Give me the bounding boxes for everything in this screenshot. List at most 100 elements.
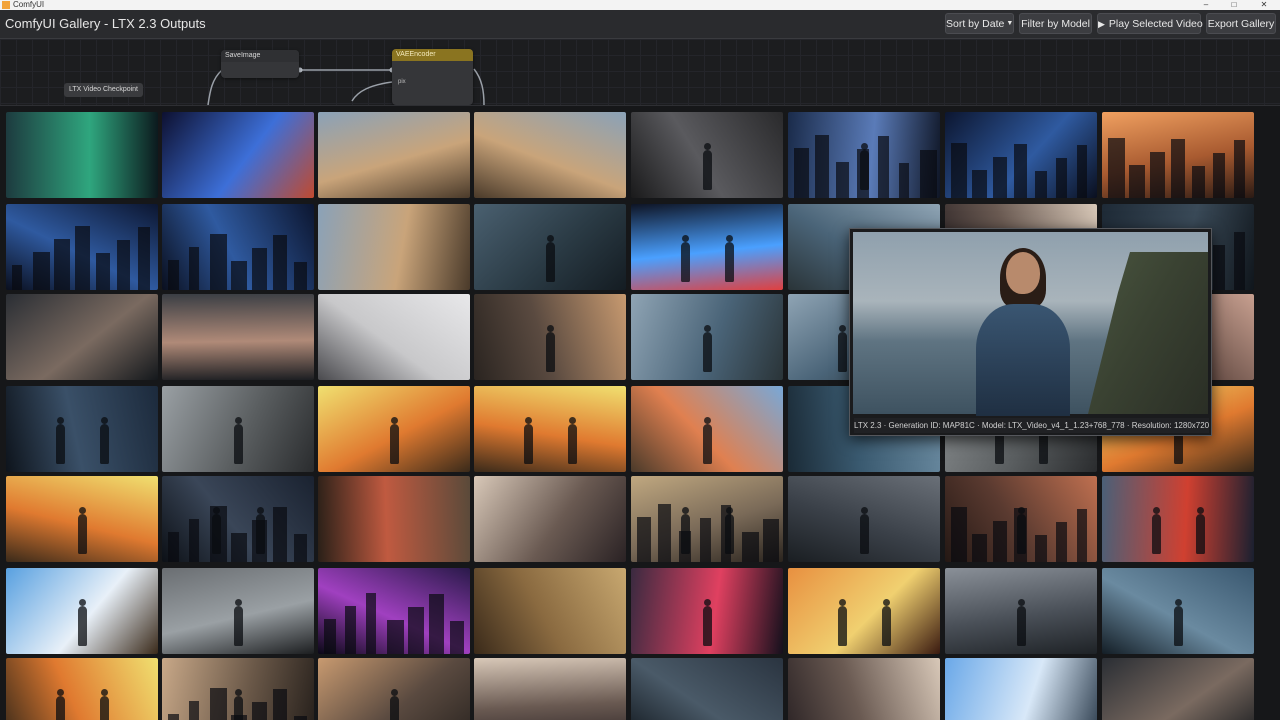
gallery-thumbnail[interactable] <box>474 204 626 290</box>
thumbnail-image <box>474 568 626 654</box>
thumbnail-building <box>993 521 1007 562</box>
gallery-thumbnail[interactable] <box>162 568 314 654</box>
gallery-thumbnail[interactable] <box>474 386 626 472</box>
save-image-node[interactable]: SaveImage <box>221 50 299 78</box>
thumbnail-building <box>1129 165 1145 198</box>
gallery-thumbnail[interactable] <box>788 568 940 654</box>
thumbnail-building <box>138 227 150 290</box>
video-preview-popup[interactable]: LTX 2.3 · Generation ID: MAP81C · Model:… <box>849 228 1212 436</box>
maximize-icon[interactable]: □ <box>1228 0 1240 10</box>
gallery-thumbnail[interactable] <box>162 386 314 472</box>
gallery-thumbnail[interactable] <box>474 294 626 380</box>
gallery-thumbnail[interactable] <box>6 386 158 472</box>
gallery-thumbnail[interactable] <box>6 294 158 380</box>
thumbnail-figure <box>681 507 690 554</box>
thumbnail-image <box>318 204 470 290</box>
gallery-thumbnail[interactable] <box>631 386 783 472</box>
gallery-thumbnail[interactable] <box>474 568 626 654</box>
thumbnail-image <box>631 658 783 720</box>
gallery-thumbnail[interactable] <box>318 204 470 290</box>
thumbnail-building <box>168 260 179 290</box>
thumbnail-building <box>324 619 336 654</box>
gallery-thumbnail[interactable] <box>631 476 783 562</box>
gallery-thumbnail[interactable] <box>1102 658 1254 720</box>
gallery-thumbnail[interactable] <box>631 204 783 290</box>
thumbnail-building <box>836 162 849 198</box>
thumbnail-building <box>231 261 247 290</box>
gallery-thumbnail[interactable] <box>945 568 1097 654</box>
gallery-thumbnail[interactable] <box>6 658 158 720</box>
gallery-thumbnail[interactable] <box>318 568 470 654</box>
thumbnail-building <box>168 532 179 562</box>
gallery-thumbnail[interactable] <box>318 386 470 472</box>
gallery-thumbnail[interactable] <box>1102 476 1254 562</box>
node-graph-canvas[interactable]: SaveImage VAEEncoder pix LTX Video Check… <box>0 39 1280 106</box>
close-icon[interactable]: ✕ <box>1258 0 1270 10</box>
gallery-thumbnail[interactable] <box>162 476 314 562</box>
play-selected-video-button[interactable]: ▶ Play Selected Video <box>1097 13 1203 34</box>
save-image-node-title: SaveImage <box>221 50 299 62</box>
thumbnail-building <box>189 519 199 562</box>
play-icon: ▶ <box>1098 19 1105 29</box>
gallery-thumbnail[interactable] <box>1102 568 1254 654</box>
thumbnail-image <box>945 658 1097 720</box>
thumbnail-building <box>429 594 444 654</box>
gallery-thumbnail[interactable] <box>631 112 783 198</box>
gallery-thumbnail[interactable] <box>162 294 314 380</box>
gallery-thumbnail[interactable] <box>631 658 783 720</box>
gallery-thumbnail[interactable] <box>6 204 158 290</box>
gallery-thumbnail[interactable] <box>6 568 158 654</box>
thumbnail-building <box>920 150 937 198</box>
gallery-thumbnail[interactable] <box>318 476 470 562</box>
gallery-thumbnail[interactable] <box>945 112 1097 198</box>
thumbnail-image <box>318 112 470 198</box>
thumbnail-figure <box>390 689 399 720</box>
gallery-thumbnail[interactable] <box>318 112 470 198</box>
sort-by-date-button[interactable]: Sort by Date ▼ <box>945 13 1014 34</box>
gallery-thumbnail[interactable] <box>788 476 940 562</box>
export-gallery-button[interactable]: Export Gallery <box>1206 13 1276 34</box>
gallery-thumbnail[interactable] <box>1102 112 1254 198</box>
minimize-icon[interactable]: – <box>1200 0 1212 10</box>
thumbnail-building <box>1035 535 1047 562</box>
gallery-thumbnail[interactable] <box>6 476 158 562</box>
gallery-thumbnail[interactable] <box>788 112 940 198</box>
thumbnail-building <box>1077 509 1087 562</box>
thumbnail-figure <box>703 599 712 646</box>
gallery-thumbnail[interactable] <box>631 294 783 380</box>
vae-encoder-node[interactable]: VAEEncoder pix <box>392 49 473 105</box>
gallery-thumbnail[interactable] <box>162 112 314 198</box>
thumbnail-figure <box>1017 599 1026 646</box>
thumbnail-figure <box>725 507 734 554</box>
thumbnail-figure <box>212 507 221 554</box>
gallery-thumbnail[interactable] <box>474 658 626 720</box>
thumbnail-building <box>345 606 356 654</box>
gallery-thumbnail[interactable] <box>162 658 314 720</box>
gallery-thumbnail[interactable] <box>6 112 158 198</box>
thumbnail-figure <box>860 507 869 554</box>
gallery-thumbnail[interactable] <box>945 476 1097 562</box>
thumbnail-figure <box>100 689 109 720</box>
page-title: ComfyUI Gallery - LTX 2.3 Outputs <box>5 16 206 31</box>
thumbnail-building <box>210 688 227 720</box>
window-titlebar: ComfyUI – □ ✕ <box>0 0 1280 10</box>
thumbnail-building <box>1150 152 1165 198</box>
gallery-thumbnail[interactable] <box>788 658 940 720</box>
gallery-thumbnail[interactable] <box>162 204 314 290</box>
thumbnail-figure <box>256 507 265 554</box>
thumbnail-building <box>189 247 199 290</box>
thumbnail-figure <box>234 689 243 720</box>
thumbnail-building <box>700 518 711 562</box>
filter-by-model-button[interactable]: Filter by Model <box>1019 13 1092 34</box>
gallery-thumbnail[interactable] <box>318 658 470 720</box>
gallery-thumbnail[interactable] <box>945 658 1097 720</box>
gallery-thumbnail[interactable] <box>474 112 626 198</box>
preview-image <box>853 232 1208 416</box>
thumbnail-building <box>168 714 179 720</box>
thumbnail-building <box>742 532 759 562</box>
gallery-thumbnail[interactable] <box>631 568 783 654</box>
gallery-thumbnail[interactable] <box>474 476 626 562</box>
thumbnail-figure <box>546 325 555 372</box>
gallery-thumbnail[interactable] <box>318 294 470 380</box>
ltx-checkpoint-node[interactable]: LTX Video Checkpoint <box>64 83 144 97</box>
